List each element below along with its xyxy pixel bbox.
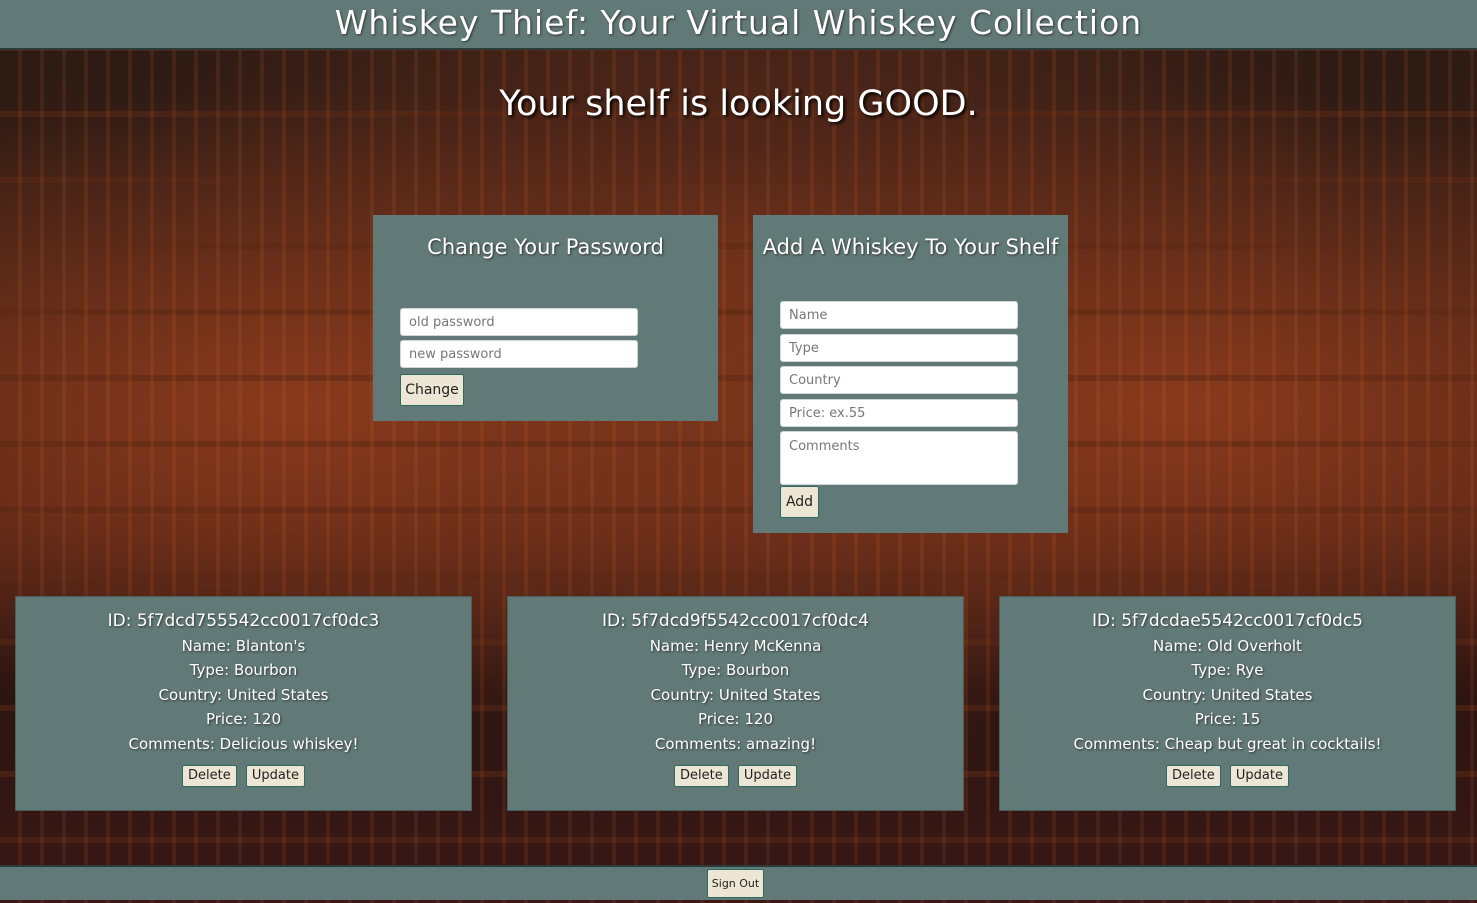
whiskey-price: Price: 15: [1194, 710, 1261, 728]
card-actions: Delete Update: [1000, 764, 1455, 787]
whiskey-price: Price: 120: [697, 710, 774, 728]
whiskey-id: ID: 5f7dcd755542cc0017cf0dc3: [107, 611, 380, 631]
whiskey-country: Country: United States: [158, 685, 329, 704]
delete-button[interactable]: Delete: [1166, 764, 1221, 787]
whiskey-type: Type: Rye: [1191, 661, 1264, 679]
whiskey-type: Type: Bourbon: [189, 661, 298, 679]
whiskey-price: Price: 120: [205, 710, 282, 728]
change-password-panel: Change Your Password Change: [373, 215, 718, 421]
new-password-input[interactable]: [400, 340, 638, 368]
update-button[interactable]: Update: [737, 764, 797, 787]
whiskey-card: ID: 5f7dcd9f5542cc0017cf0dc4 Name: Henry…: [507, 596, 964, 811]
whiskey-comments: Comments: amazing!: [654, 734, 817, 753]
whiskey-card: ID: 5f7dcdae5542cc0017cf0dc5 Name: Old O…: [999, 596, 1456, 811]
change-password-button[interactable]: Change: [400, 374, 464, 406]
delete-button[interactable]: Delete: [182, 764, 237, 787]
whiskey-country: Country: United States: [650, 685, 821, 704]
whiskey-id: ID: 5f7dcd9f5542cc0017cf0dc4: [602, 611, 869, 631]
whiskey-price-input[interactable]: [780, 399, 1018, 427]
whiskey-name: Name: Blanton's: [181, 636, 306, 655]
whiskey-type: Type: Bourbon: [681, 661, 790, 679]
whiskey-name: Name: Henry McKenna: [649, 636, 822, 655]
app-header: Whiskey Thief: Your Virtual Whiskey Coll…: [0, 0, 1477, 50]
whiskey-name: Name: Old Overholt: [1153, 636, 1302, 655]
add-whiskey-panel: Add A Whiskey To Your Shelf Add: [753, 215, 1068, 533]
whiskey-comments-input[interactable]: [780, 431, 1018, 485]
add-whiskey-title: Add A Whiskey To Your Shelf: [762, 235, 1059, 259]
change-password-title: Change Your Password: [427, 235, 664, 259]
whiskey-card: ID: 5f7dcd755542cc0017cf0dc3 Name: Blant…: [15, 596, 472, 811]
whiskey-comments: Comments: Delicious whiskey!: [128, 734, 359, 753]
whiskey-type-input[interactable]: [780, 334, 1018, 362]
old-password-input[interactable]: [400, 308, 638, 336]
update-button[interactable]: Update: [245, 764, 305, 787]
whiskey-id: ID: 5f7dcdae5542cc0017cf0dc5: [1092, 611, 1363, 631]
card-actions: Delete Update: [16, 764, 471, 787]
app-title: Whiskey Thief: Your Virtual Whiskey Coll…: [334, 3, 1143, 42]
whiskey-comments: Comments: Cheap but great in cocktails!: [1073, 734, 1382, 753]
update-button[interactable]: Update: [1229, 764, 1289, 787]
delete-button[interactable]: Delete: [674, 764, 729, 787]
card-actions: Delete Update: [508, 764, 963, 787]
whiskey-country: Country: United States: [1142, 685, 1313, 704]
whiskey-country-input[interactable]: [780, 366, 1018, 394]
whiskey-name-input[interactable]: [780, 301, 1018, 329]
add-whiskey-button[interactable]: Add: [780, 486, 819, 518]
sign-out-button[interactable]: Sign Out: [707, 869, 764, 898]
app-footer: Sign Out: [0, 865, 1477, 900]
shelf-tagline: Your shelf is looking GOOD.: [499, 84, 978, 124]
